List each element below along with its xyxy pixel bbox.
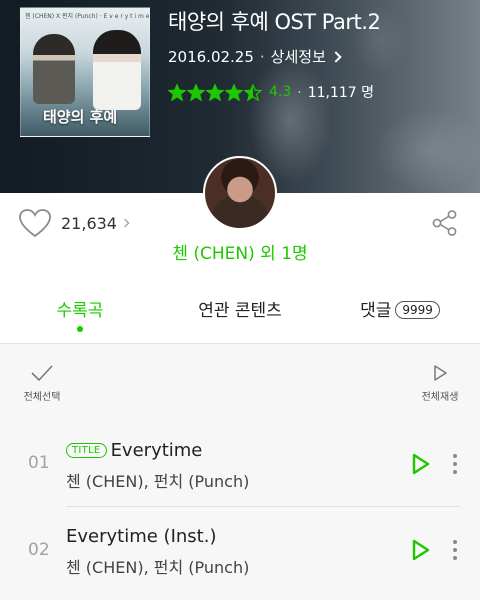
like-count: 21,634 [61,213,117,233]
rating-count: 11,117 명 [307,85,375,101]
album-cover[interactable]: 첸 (CHEN) X 펀치 (Punch) · E v e r y t i m … [20,7,150,137]
tab-tracks[interactable]: 수록곡 [0,290,160,342]
rating-value: 4.3 [269,84,292,100]
track-more-button[interactable] [448,452,462,476]
album-meta: 2016.02.25 · 상세정보 [168,46,342,67]
track-title-row: TITLE Everytime [66,440,202,461]
star-icon [244,83,262,101]
rating-separator: · [297,85,302,101]
track-number: 02 [28,540,50,560]
cover-caption: 첸 (CHEN) X 펀치 (Punch) · E v e r y t i m … [25,13,150,20]
more-vertical-icon [453,540,457,560]
track-title: Everytime (Inst.) [66,526,217,547]
track-title: Everytime [110,440,203,461]
star-icon [187,83,205,101]
play-icon [412,453,430,475]
play-outline-icon [434,365,447,381]
detail-info-link[interactable]: 상세정보 [270,46,342,67]
tab-comments-label: 댓글 [360,301,392,321]
track-title-row: Everytime (Inst.) [66,526,216,547]
play-all-label: 전체재생 [421,392,459,403]
active-tab-indicator [77,326,83,332]
track-row[interactable]: 01 TITLE Everytime 첸 (CHEN), 펀치 (Punch) [0,418,480,506]
track-number: 01 [28,453,50,473]
chevron-right-icon [120,218,130,228]
rating-count-wrap: · 11,117 명 [297,82,374,102]
tab-related-content[interactable]: 연관 콘텐츠 [160,290,320,342]
rating-stars [168,83,263,101]
star-icon [225,83,243,101]
rating-row[interactable]: 4.3 · 11,117 명 [168,82,374,102]
like-button[interactable]: 21,634 [18,208,130,238]
share-button[interactable] [430,208,460,238]
comment-count-badge: 9999 [395,301,440,319]
track-artist: 첸 (CHEN), 펀치 (Punch) [66,472,250,491]
tab-comments[interactable]: 댓글 9999 [320,290,480,342]
heart-outline-icon [19,209,51,238]
track-row[interactable]: 02 Everytime (Inst.) 첸 (CHEN), 펀치 (Punch… [0,506,480,594]
tab-related-label: 연관 콘텐츠 [198,301,282,321]
select-all-button[interactable]: 전체선택 [20,364,64,403]
cover-logo: 태양의 후예 [43,108,118,126]
check-icon [31,365,53,382]
detail-info-label: 상세정보 [270,48,326,66]
more-vertical-icon [453,454,457,474]
artist-avatar[interactable] [203,156,277,230]
select-all-label: 전체선택 [23,392,61,403]
star-icon [168,83,186,101]
title-track-badge: TITLE [66,443,107,458]
star-icon [206,83,224,101]
tab-bar: 수록곡 연관 콘텐츠 댓글 9999 [0,290,480,342]
track-list: 전체선택 전체재생 01 TITLE Everytime 첸 (CHEN), 펀… [0,344,480,600]
meta-separator: · [259,47,265,66]
track-play-button[interactable] [408,452,432,476]
track-play-button[interactable] [408,538,432,562]
album-title: 태양의 후예 OST Part.2 [168,10,381,34]
chevron-right-icon [330,50,342,63]
tab-tracks-label: 수록곡 [56,301,104,321]
track-artist: 첸 (CHEN), 펀치 (Punch) [66,558,250,577]
release-date: 2016.02.25 [168,47,254,66]
play-icon [412,539,430,561]
share-icon [432,210,457,236]
track-more-button[interactable] [448,538,462,562]
play-all-button[interactable]: 전체재생 [414,364,466,403]
artist-name-link[interactable]: 첸 (CHEN) 외 1명 [0,239,480,264]
